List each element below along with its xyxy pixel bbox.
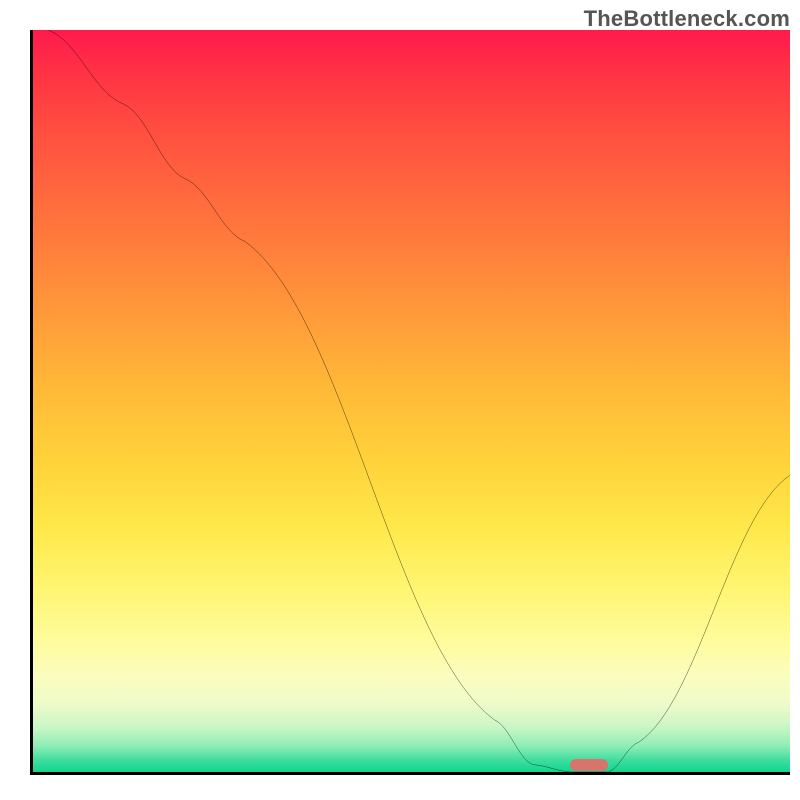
bottleneck-curve — [33, 30, 790, 772]
watermark-text: TheBottleneck.com — [584, 6, 790, 32]
minimum-marker — [570, 759, 608, 771]
chart-plot-area — [30, 30, 790, 775]
